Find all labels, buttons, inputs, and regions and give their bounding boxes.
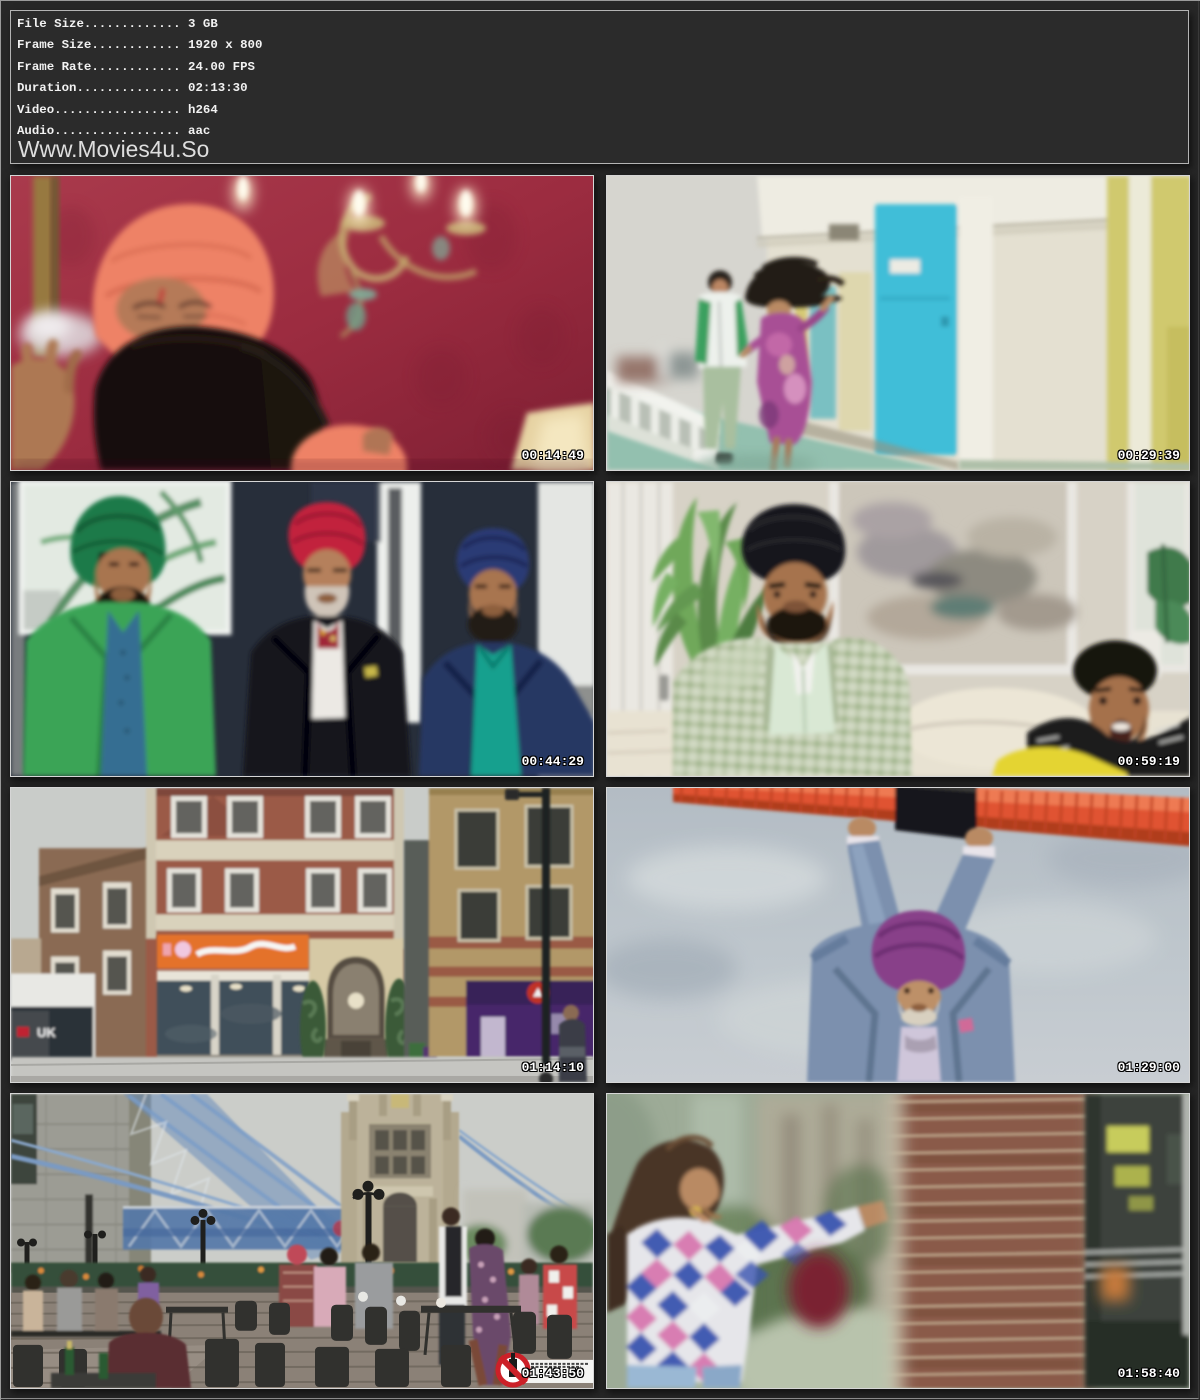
svg-text:UK: UK <box>37 1025 56 1040</box>
